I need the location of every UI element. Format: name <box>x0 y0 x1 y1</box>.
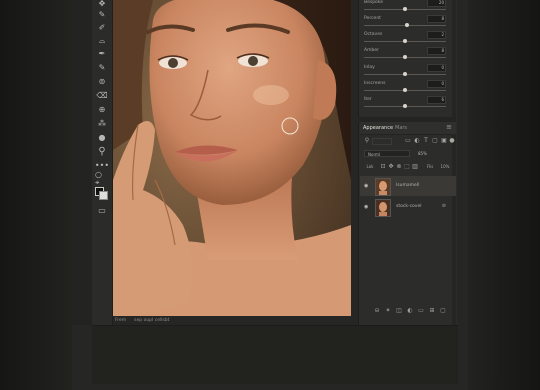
filter-smart-icon[interactable]: ▣ <box>441 138 447 144</box>
property-label: Iter <box>364 97 372 102</box>
lock-pixels-icon[interactable]: ⊡ <box>380 164 386 170</box>
property-value[interactable]: 0 <box>427 64 446 72</box>
layer-name[interactable]: Isumamell <box>396 183 419 188</box>
property-label: Percent <box>364 16 381 21</box>
crop-icon[interactable]: ⌓ <box>95 35 109 47</box>
slider-knob[interactable] <box>403 72 407 76</box>
property-label: Bespoke <box>364 0 384 5</box>
lock-label: Lok <box>366 164 374 169</box>
property-value[interactable]: 2 <box>427 31 446 39</box>
blend-mode-select[interactable]: Norml <box>364 150 410 157</box>
link-layers-icon[interactable]: ⊖ <box>374 308 380 314</box>
lasso-icon[interactable]: ✐ <box>95 22 109 34</box>
healing-icon[interactable]: ✎ <box>95 62 109 74</box>
property-value[interactable]: 6 <box>427 96 446 104</box>
lock-transparent-icon[interactable]: ▥ <box>412 164 418 170</box>
layer-row[interactable]: ◉ Isumamell <box>360 176 456 196</box>
slider-knob[interactable] <box>405 23 409 27</box>
property-row[interactable]: Iter 6 <box>364 96 450 111</box>
property-row[interactable]: Inlay 0 <box>364 64 450 79</box>
property-label: Inscreens <box>364 81 386 86</box>
layer-filter-row: ⚲ ▭ ◐ T ▢ ▣ ● <box>360 138 456 148</box>
eyedropper-icon[interactable]: ✒ <box>95 48 109 60</box>
filter-toggle-icon[interactable]: ● <box>449 138 455 144</box>
brush-icon[interactable]: ✎ <box>95 9 109 21</box>
toolbar-gutter <box>72 0 92 325</box>
property-value[interactable]: 20 <box>427 0 446 7</box>
property-label: Octaves <box>364 32 383 37</box>
stamp-icon[interactable]: ⊚ <box>95 76 109 88</box>
eraser-icon[interactable]: ⌫ <box>95 90 109 102</box>
lower-empty-area <box>92 325 458 384</box>
slider-knob[interactable] <box>403 88 407 92</box>
property-row[interactable]: Amber 8 <box>364 47 450 62</box>
visibility-eye-icon[interactable]: ◉ <box>364 204 368 210</box>
tools-panel: ✥ ✎ ✐ ⌓ ✒ ✎ ⊚ ⌫ ⊕ ⁂ ● ⚲ ••• ○ ⌖ ▭ <box>92 0 113 325</box>
lock-row: Lok ⊡ ✥ ⊗ ⬚ ▥ Flis 10% <box>360 164 456 174</box>
slider-knob[interactable] <box>403 7 407 11</box>
background-color-swatch[interactable] <box>99 191 108 200</box>
visibility-eye-icon[interactable]: ◉ <box>364 183 368 189</box>
monitor-bezel-right <box>468 0 540 390</box>
slider-knob[interactable] <box>403 55 407 59</box>
pen-icon[interactable]: ● <box>95 132 109 144</box>
search-icon[interactable]: ⚲ <box>95 146 109 158</box>
status-left: Frem <box>115 317 127 323</box>
fill-label: Flis <box>426 164 434 169</box>
property-row[interactable]: Octaves 2 <box>364 31 450 46</box>
search-icon[interactable]: ⚲ <box>364 138 370 144</box>
new-layer-icon[interactable]: ⊞ <box>429 308 435 314</box>
panel-scrollbar[interactable] <box>452 0 456 325</box>
property-value[interactable]: 0 <box>427 80 446 88</box>
lock-position-icon[interactable]: ✥ <box>388 164 394 170</box>
portrait-image <box>113 0 351 316</box>
property-row[interactable]: Inscreens 0 <box>364 80 450 95</box>
lock-artboard-icon[interactable]: ⊗ <box>396 164 402 170</box>
mask-icon[interactable]: ◫ <box>396 308 402 314</box>
lock-all-icon[interactable]: ⬚ <box>404 164 410 170</box>
layers-footer: ⊖ ✶ ◫ ◐ ▭ ⊞ ▢ <box>360 308 456 318</box>
document-canvas[interactable] <box>113 0 351 316</box>
property-row[interactable]: Percent 8 <box>364 15 450 30</box>
layer-thumbnail <box>375 178 391 196</box>
property-row[interactable]: Bespoke 20 <box>364 0 450 14</box>
property-label: Amber <box>364 48 379 53</box>
status-text: Frem sep oupl cellsbt <box>115 316 169 324</box>
layer-row[interactable]: ◉ stock-covel ⊚ <box>360 197 456 217</box>
hand-icon[interactable]: ○ ⌖ <box>95 171 109 187</box>
fill-value[interactable]: 10% <box>438 164 452 170</box>
panel-menu-icon[interactable]: ≡ <box>446 123 452 131</box>
blend-row: Norml 85% <box>360 150 456 160</box>
property-label: Inlay <box>364 65 375 70</box>
filter-shape-icon[interactable]: ▢ <box>432 138 438 144</box>
smart-object-icon: ⊚ <box>441 203 446 209</box>
status-right: sep oupl cellsbt <box>134 317 170 323</box>
filter-pixel-icon[interactable]: ▭ <box>405 138 411 144</box>
filter-kind-select[interactable] <box>372 138 392 145</box>
filter-adjust-icon[interactable]: ◐ <box>414 138 420 144</box>
property-value[interactable]: 8 <box>427 15 446 23</box>
fx-icon[interactable]: ✶ <box>385 308 391 314</box>
delete-layer-icon[interactable]: ▢ <box>440 308 446 314</box>
filter-type-icon[interactable]: T <box>423 138 429 144</box>
tab-mars[interactable]: Mars <box>395 125 407 131</box>
layer-name[interactable]: stock-covel <box>396 204 421 209</box>
slider-knob[interactable] <box>403 104 407 108</box>
tab-appearance[interactable]: Appearance <box>363 125 393 131</box>
group-icon[interactable]: ▭ <box>418 308 424 314</box>
dodge-icon[interactable]: ⁂ <box>95 118 109 130</box>
property-value[interactable]: 8 <box>427 47 446 55</box>
screen-mode-icon[interactable]: ▭ <box>95 205 109 217</box>
layers-panel-tabs: Appearance Mars ≡ <box>360 122 456 135</box>
layer-thumbnail <box>375 199 391 217</box>
gradient-icon[interactable]: ⊕ <box>95 104 109 116</box>
monitor-bezel-left <box>0 0 72 390</box>
slider-knob[interactable] <box>403 39 407 43</box>
opacity-value[interactable]: 85% <box>418 151 427 156</box>
adjustment-icon[interactable]: ◐ <box>407 308 413 314</box>
